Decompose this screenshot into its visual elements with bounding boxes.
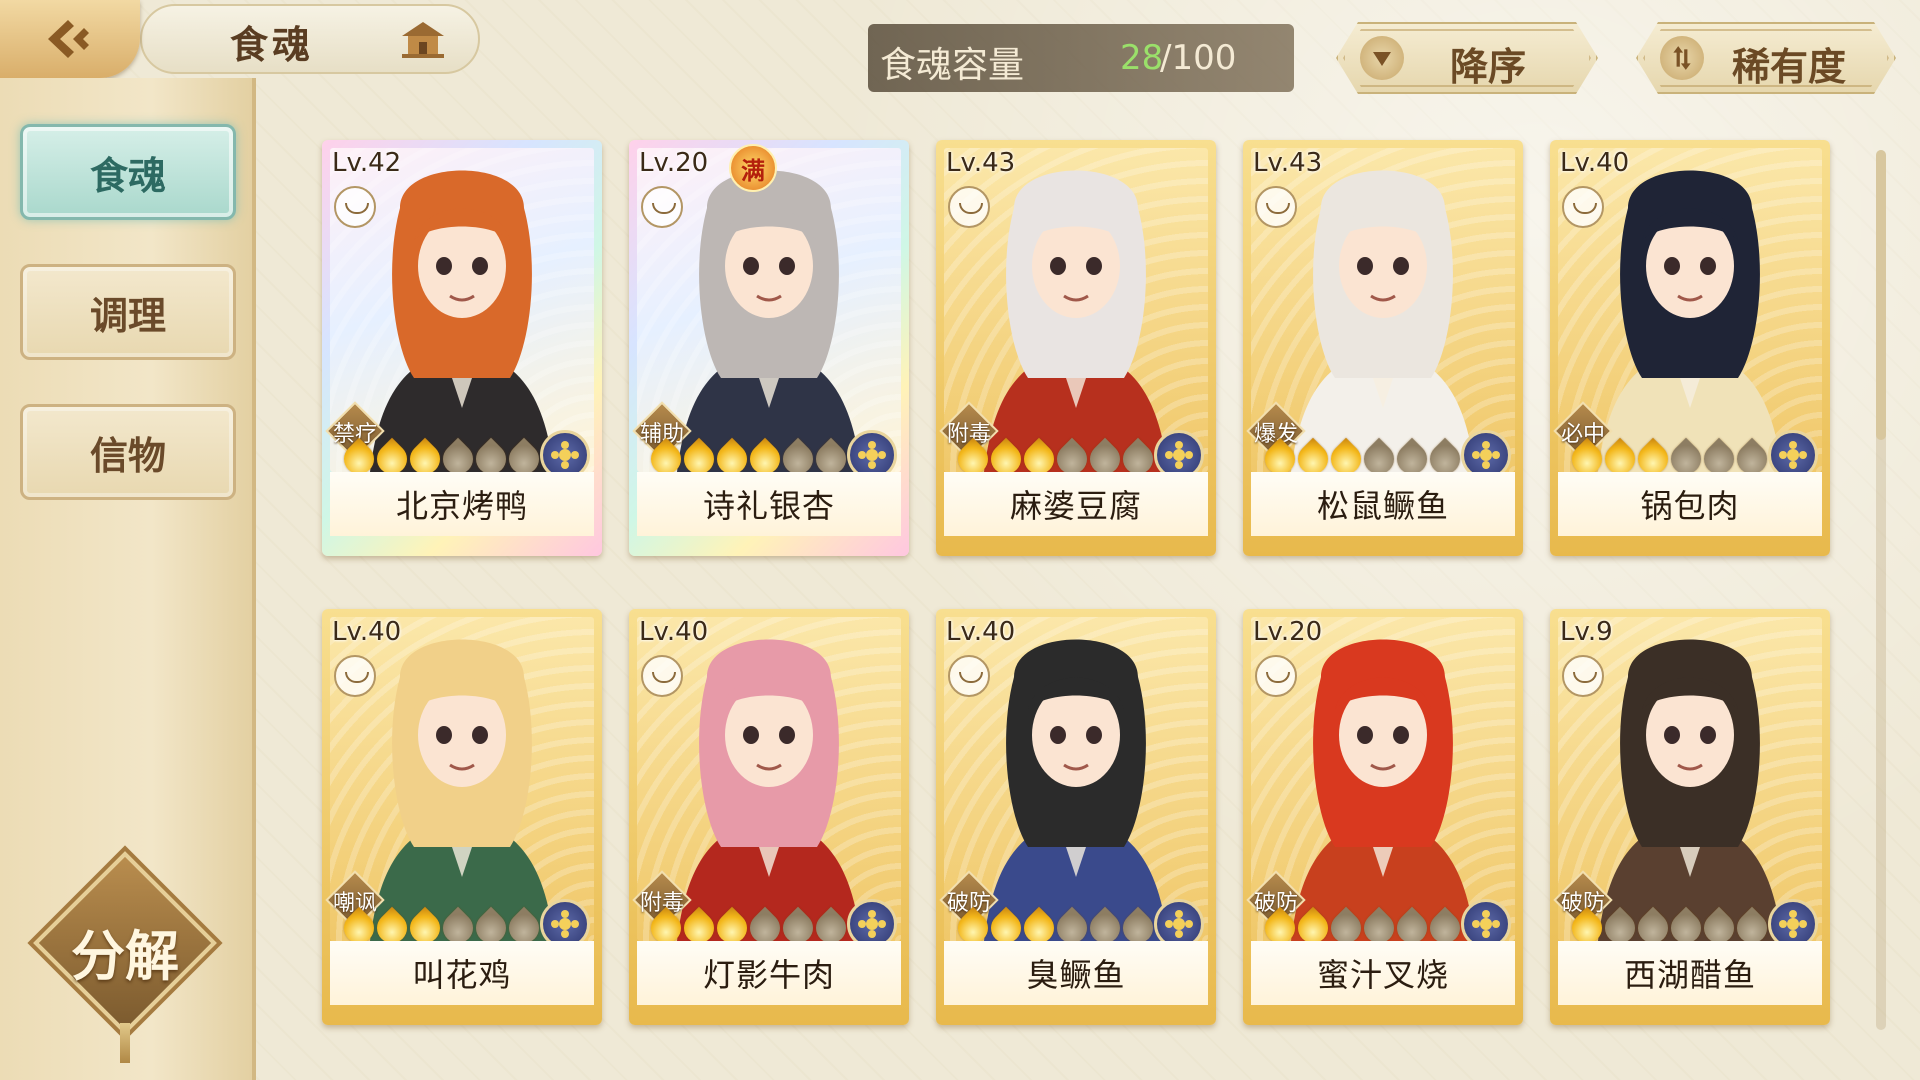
soul-card[interactable]: Lv.20 破防 蜜汁叉烧 xyxy=(1243,609,1523,1025)
level-label: Lv.43 xyxy=(946,148,1016,178)
soul-name: 麻婆豆腐 xyxy=(1009,487,1142,525)
sidebar-item-soul[interactable]: 食魂 xyxy=(20,124,236,220)
level-label: Lv.9 xyxy=(1560,617,1613,647)
soul-name: 锅包肉 xyxy=(1640,487,1740,525)
star-rating xyxy=(644,906,853,950)
level-label: Lv.43 xyxy=(1253,148,1323,178)
soul-card[interactable]: Lv.20 满辅助 诗礼银杏 xyxy=(629,140,909,556)
bowl-icon xyxy=(948,186,990,228)
level-label: Lv.40 xyxy=(639,617,709,647)
name-plate: 西湖醋鱼 xyxy=(1558,941,1822,1005)
back-arrow-icon xyxy=(48,20,89,58)
bowl-icon xyxy=(641,186,683,228)
back-button[interactable] xyxy=(0,0,140,78)
sort-down-icon xyxy=(1360,36,1404,80)
star-rating xyxy=(1565,437,1774,481)
name-plate: 诗礼银杏 xyxy=(637,472,901,536)
name-plate: 灯影牛肉 xyxy=(637,941,901,1005)
capacity-count: 28 xyxy=(1120,38,1164,78)
level-label: Lv.20 xyxy=(1253,617,1323,647)
bowl-icon xyxy=(334,186,376,228)
level-label: Lv.20 xyxy=(639,148,709,178)
level-label: Lv.42 xyxy=(332,148,402,178)
name-plate: 蜜汁叉烧 xyxy=(1251,941,1515,1005)
soul-card[interactable]: Lv.9 破防 西湖醋鱼 xyxy=(1550,609,1830,1025)
sort-swap-icon xyxy=(1660,36,1704,80)
scrollbar[interactable] xyxy=(1876,150,1886,1030)
sidebar-item-label: 信物 xyxy=(89,432,166,478)
bowl-icon xyxy=(1255,186,1297,228)
name-plate: 锅包肉 xyxy=(1558,472,1822,536)
name-plate: 北京烤鸭 xyxy=(330,472,594,536)
sort-field-label: 稀有度 xyxy=(1732,44,1847,89)
star-rating xyxy=(1258,906,1467,950)
sort-order-label: 降序 xyxy=(1450,44,1527,89)
bowl-icon xyxy=(1562,655,1604,697)
name-plate: 松鼠鳜鱼 xyxy=(1251,472,1515,536)
soul-card[interactable]: Lv.40 嘲讽 叫花鸡 xyxy=(322,609,602,1025)
soul-name: 臭鳜鱼 xyxy=(1026,956,1126,994)
name-plate: 麻婆豆腐 xyxy=(944,472,1208,536)
sort-field-button[interactable]: 稀有度 xyxy=(1636,22,1896,94)
sidebar-item-token[interactable]: 信物 xyxy=(20,404,236,500)
bowl-icon xyxy=(641,655,683,697)
level-label: Lv.40 xyxy=(332,617,402,647)
bowl-icon xyxy=(1255,655,1297,697)
star-rating xyxy=(951,437,1160,481)
soul-name: 蜜汁叉烧 xyxy=(1316,956,1449,994)
bowl-icon xyxy=(1562,186,1604,228)
soul-name: 诗礼银杏 xyxy=(702,487,835,525)
soul-card[interactable]: Lv.43 爆发 松鼠鳜鱼 xyxy=(1243,140,1523,556)
star-rating xyxy=(337,437,546,481)
soul-card[interactable]: Lv.42 禁疗 北京烤鸭 xyxy=(322,140,602,556)
bowl-icon xyxy=(334,655,376,697)
soul-name: 叫花鸡 xyxy=(412,956,512,994)
sidebar-item-label: 调理 xyxy=(89,292,166,338)
scrollbar-thumb[interactable] xyxy=(1876,150,1886,440)
star-rating xyxy=(1258,437,1467,481)
sidebar-item-label: 食魂 xyxy=(89,152,166,198)
soul-card[interactable]: Lv.40 附毒 灯影牛肉 xyxy=(629,609,909,1025)
soul-name: 西湖醋鱼 xyxy=(1623,956,1756,994)
star-rating xyxy=(1565,906,1774,950)
capacity-label: 食魂容量 xyxy=(880,45,1025,86)
max-level-badge: 满 xyxy=(729,144,777,192)
soul-name: 松鼠鳜鱼 xyxy=(1316,487,1449,525)
soul-card[interactable]: Lv.43 附毒 麻婆豆腐 xyxy=(936,140,1216,556)
capacity-total: /100 xyxy=(1160,38,1237,78)
level-label: Lv.40 xyxy=(1560,148,1630,178)
soul-name: 北京烤鸭 xyxy=(395,487,528,525)
soul-card[interactable]: Lv.40 破防 臭鳜鱼 xyxy=(936,609,1216,1025)
name-plate: 臭鳜鱼 xyxy=(944,941,1208,1005)
decompose-tassel xyxy=(120,1023,130,1063)
star-rating xyxy=(337,906,546,950)
star-rating xyxy=(644,437,853,481)
soul-name: 灯影牛肉 xyxy=(702,956,835,994)
star-rating xyxy=(951,906,1160,950)
level-label: Lv.40 xyxy=(946,617,1016,647)
page-title: 食魂 xyxy=(230,22,315,67)
sidebar-item-cooking[interactable]: 调理 xyxy=(20,264,236,360)
bowl-icon xyxy=(948,655,990,697)
decompose-label: 分解 xyxy=(71,924,179,988)
soul-card[interactable]: Lv.40 必中 锅包肉 xyxy=(1550,140,1830,556)
sort-order-button[interactable]: 降序 xyxy=(1336,22,1598,94)
decompose-button[interactable]: 分解 xyxy=(33,851,217,1063)
house-icon[interactable] xyxy=(400,20,446,60)
capacity-display: 食魂容量 28 /100 xyxy=(868,24,1294,92)
name-plate: 叫花鸡 xyxy=(330,941,594,1005)
